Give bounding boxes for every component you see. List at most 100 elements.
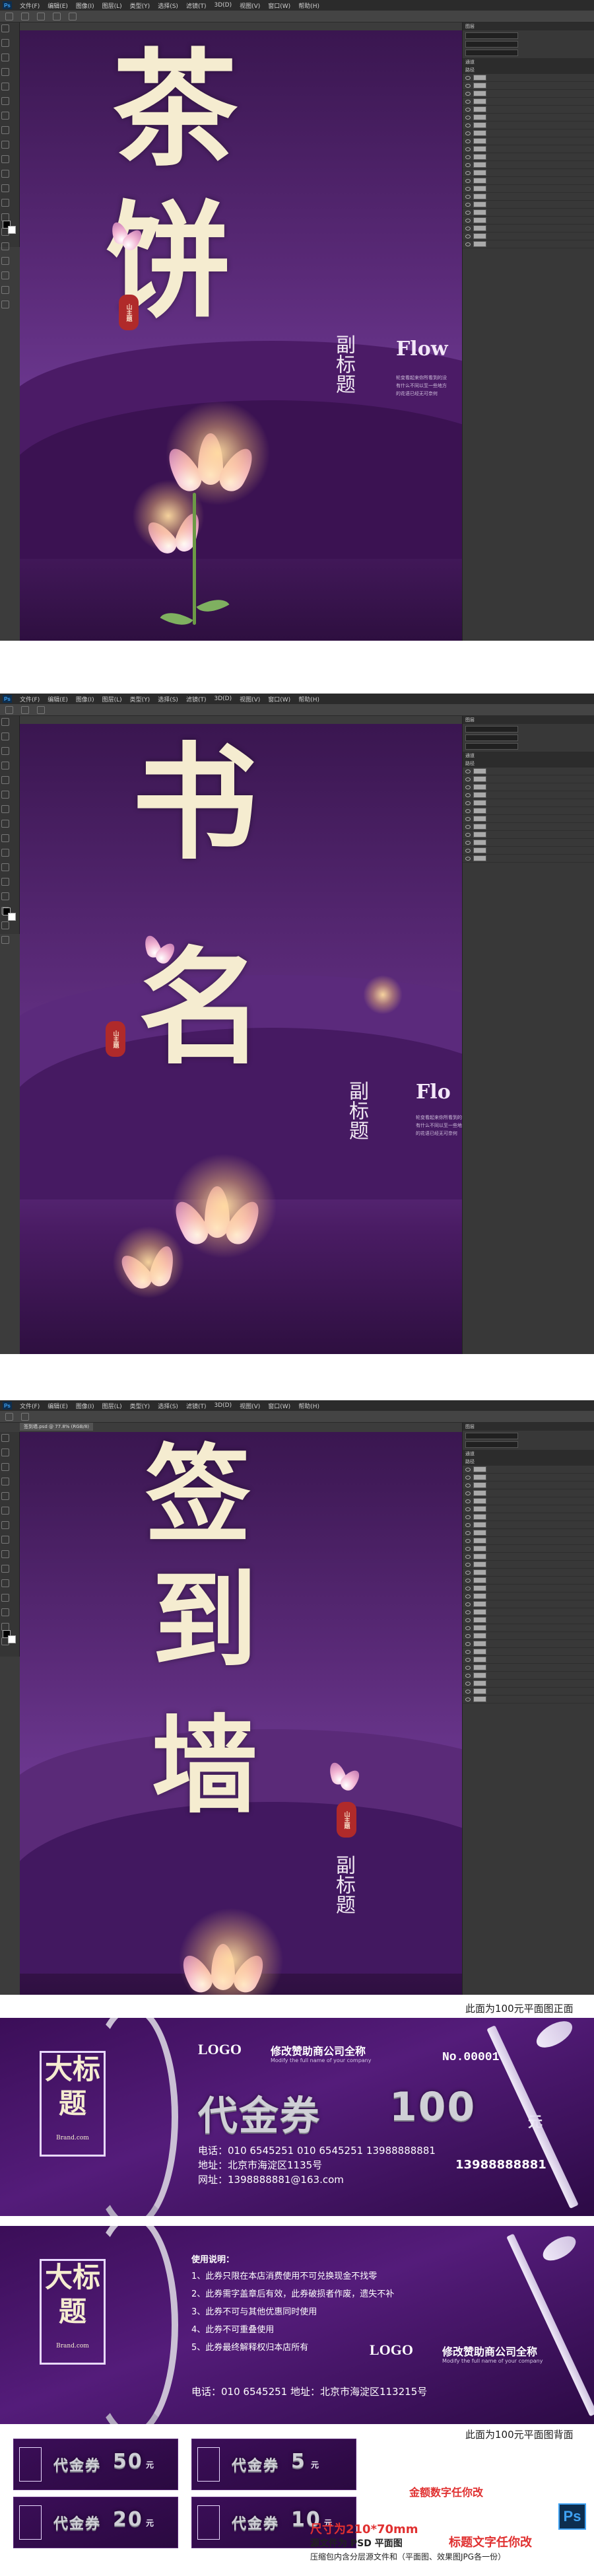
visibility-eye-icon[interactable] (465, 793, 471, 797)
visibility-eye-icon[interactable] (465, 856, 471, 861)
layer-row[interactable] (463, 1688, 594, 1696)
visibility-eye-icon[interactable] (465, 242, 471, 246)
layer-row[interactable] (463, 1585, 594, 1592)
menu-view[interactable]: 视图(V) (240, 1402, 260, 1410)
visibility-eye-icon[interactable] (465, 1665, 471, 1670)
panel-tab-layers[interactable]: 图层 (463, 716, 594, 724)
panel-tab-paths[interactable]: 路径 (463, 760, 594, 768)
gradient-tool[interactable] (1, 863, 9, 871)
eyedropper-tool[interactable] (1, 97, 9, 105)
visibility-eye-icon[interactable] (465, 824, 471, 829)
align-center-icon[interactable] (53, 12, 61, 20)
menu-file[interactable]: 文件(F) (20, 695, 40, 703)
layer-row[interactable] (463, 193, 594, 201)
auto-select-checkbox[interactable] (21, 705, 29, 714)
stamp-tool[interactable] (1, 141, 9, 149)
blur-tool[interactable] (1, 199, 9, 207)
layer-row[interactable] (463, 1664, 594, 1672)
layer-row[interactable] (463, 791, 594, 799)
canvas-2[interactable]: 书 名 山主題 副标题 Flo 轮变看起来你所看到的没有什么不同以至一些地方的花… (20, 724, 462, 1354)
visibility-eye-icon[interactable] (465, 785, 471, 789)
layer-row[interactable] (463, 209, 594, 217)
visibility-eye-icon[interactable] (465, 202, 471, 207)
gradient-tool[interactable] (1, 184, 9, 192)
layer-row[interactable] (463, 240, 594, 248)
stamp-tool[interactable] (1, 834, 9, 842)
visibility-eye-icon[interactable] (465, 1499, 471, 1503)
panel-tab-channels[interactable]: 通道 (463, 58, 594, 66)
menu-filter[interactable]: 滤镜(T) (186, 1402, 207, 1410)
layer-row[interactable] (463, 1672, 594, 1680)
menu-file[interactable]: 文件(F) (20, 1, 40, 10)
visibility-eye-icon[interactable] (465, 170, 471, 175)
layer-row[interactable] (463, 823, 594, 831)
visibility-eye-icon[interactable] (465, 234, 471, 238)
visibility-eye-icon[interactable] (465, 808, 471, 813)
layer-row[interactable] (463, 74, 594, 82)
move-tool-icon[interactable] (5, 1412, 13, 1421)
history-brush-tool[interactable] (1, 155, 9, 163)
visibility-eye-icon[interactable] (465, 1681, 471, 1686)
lasso-tool[interactable] (1, 747, 9, 755)
eyedropper-tool[interactable] (1, 1507, 9, 1515)
layer-row[interactable] (463, 1600, 594, 1608)
layer-row[interactable] (463, 114, 594, 122)
panel-tab-layers[interactable]: 图层 (463, 22, 594, 30)
layer-row[interactable] (463, 161, 594, 169)
visibility-eye-icon[interactable] (465, 178, 471, 183)
visibility-eye-icon[interactable] (465, 1641, 471, 1646)
layer-row[interactable] (463, 233, 594, 240)
background-color-swatch[interactable] (8, 1635, 16, 1643)
panel-tab-channels[interactable]: 通道 (463, 752, 594, 760)
move-tool-icon[interactable] (5, 12, 13, 20)
auto-select-checkbox[interactable] (21, 12, 29, 20)
panel-field[interactable] (465, 726, 518, 733)
auto-select-checkbox[interactable] (21, 1412, 29, 1421)
layer-row[interactable] (463, 1489, 594, 1497)
visibility-eye-icon[interactable] (465, 1467, 471, 1472)
eyedropper-tool[interactable] (1, 791, 9, 799)
menu-help[interactable]: 帮助(H) (298, 695, 319, 703)
layer-row[interactable] (463, 1577, 594, 1585)
layer-row[interactable] (463, 177, 594, 185)
layer-row[interactable] (463, 1648, 594, 1656)
layer-row[interactable] (463, 847, 594, 855)
layer-row[interactable] (463, 1561, 594, 1569)
menu-3d[interactable]: 3D(D) (214, 2, 232, 9)
layer-row[interactable] (463, 82, 594, 90)
hand-tool[interactable] (1, 921, 9, 929)
panel-field[interactable] (465, 41, 518, 48)
shape-tool[interactable] (1, 1608, 9, 1616)
move-tool[interactable] (1, 1434, 9, 1442)
menu-edit[interactable]: 编辑(E) (48, 1402, 68, 1410)
menu-window[interactable]: 窗口(W) (268, 1, 290, 10)
visibility-eye-icon[interactable] (465, 99, 471, 104)
layer-row[interactable] (463, 1521, 594, 1529)
layer-row[interactable] (463, 1608, 594, 1616)
layer-row[interactable] (463, 1545, 594, 1553)
magic-wand-tool[interactable] (1, 762, 9, 769)
menu-layer[interactable]: 图层(L) (102, 1, 122, 10)
visibility-eye-icon[interactable] (465, 218, 471, 223)
layer-row[interactable] (463, 839, 594, 847)
layer-row[interactable] (463, 1497, 594, 1505)
pen-tool[interactable] (1, 878, 9, 886)
visibility-eye-icon[interactable] (465, 801, 471, 805)
magic-wand-tool[interactable] (1, 68, 9, 76)
visibility-eye-icon[interactable] (465, 1657, 471, 1662)
layer-row[interactable] (463, 1592, 594, 1600)
menu-window[interactable]: 窗口(W) (268, 695, 290, 703)
panel-field[interactable] (465, 32, 518, 39)
menu-image[interactable]: 图像(I) (76, 1402, 94, 1410)
visibility-eye-icon[interactable] (465, 226, 471, 231)
heal-tool[interactable] (1, 112, 9, 120)
visibility-eye-icon[interactable] (465, 147, 471, 151)
brush-tool[interactable] (1, 820, 9, 828)
visibility-eye-icon[interactable] (465, 1515, 471, 1519)
visibility-eye-icon[interactable] (465, 1554, 471, 1559)
layer-row[interactable] (463, 185, 594, 193)
visibility-eye-icon[interactable] (465, 123, 471, 127)
magic-wand-tool[interactable] (1, 1478, 9, 1485)
visibility-eye-icon[interactable] (465, 1507, 471, 1511)
menu-type[interactable]: 类型(Y) (130, 1402, 150, 1410)
